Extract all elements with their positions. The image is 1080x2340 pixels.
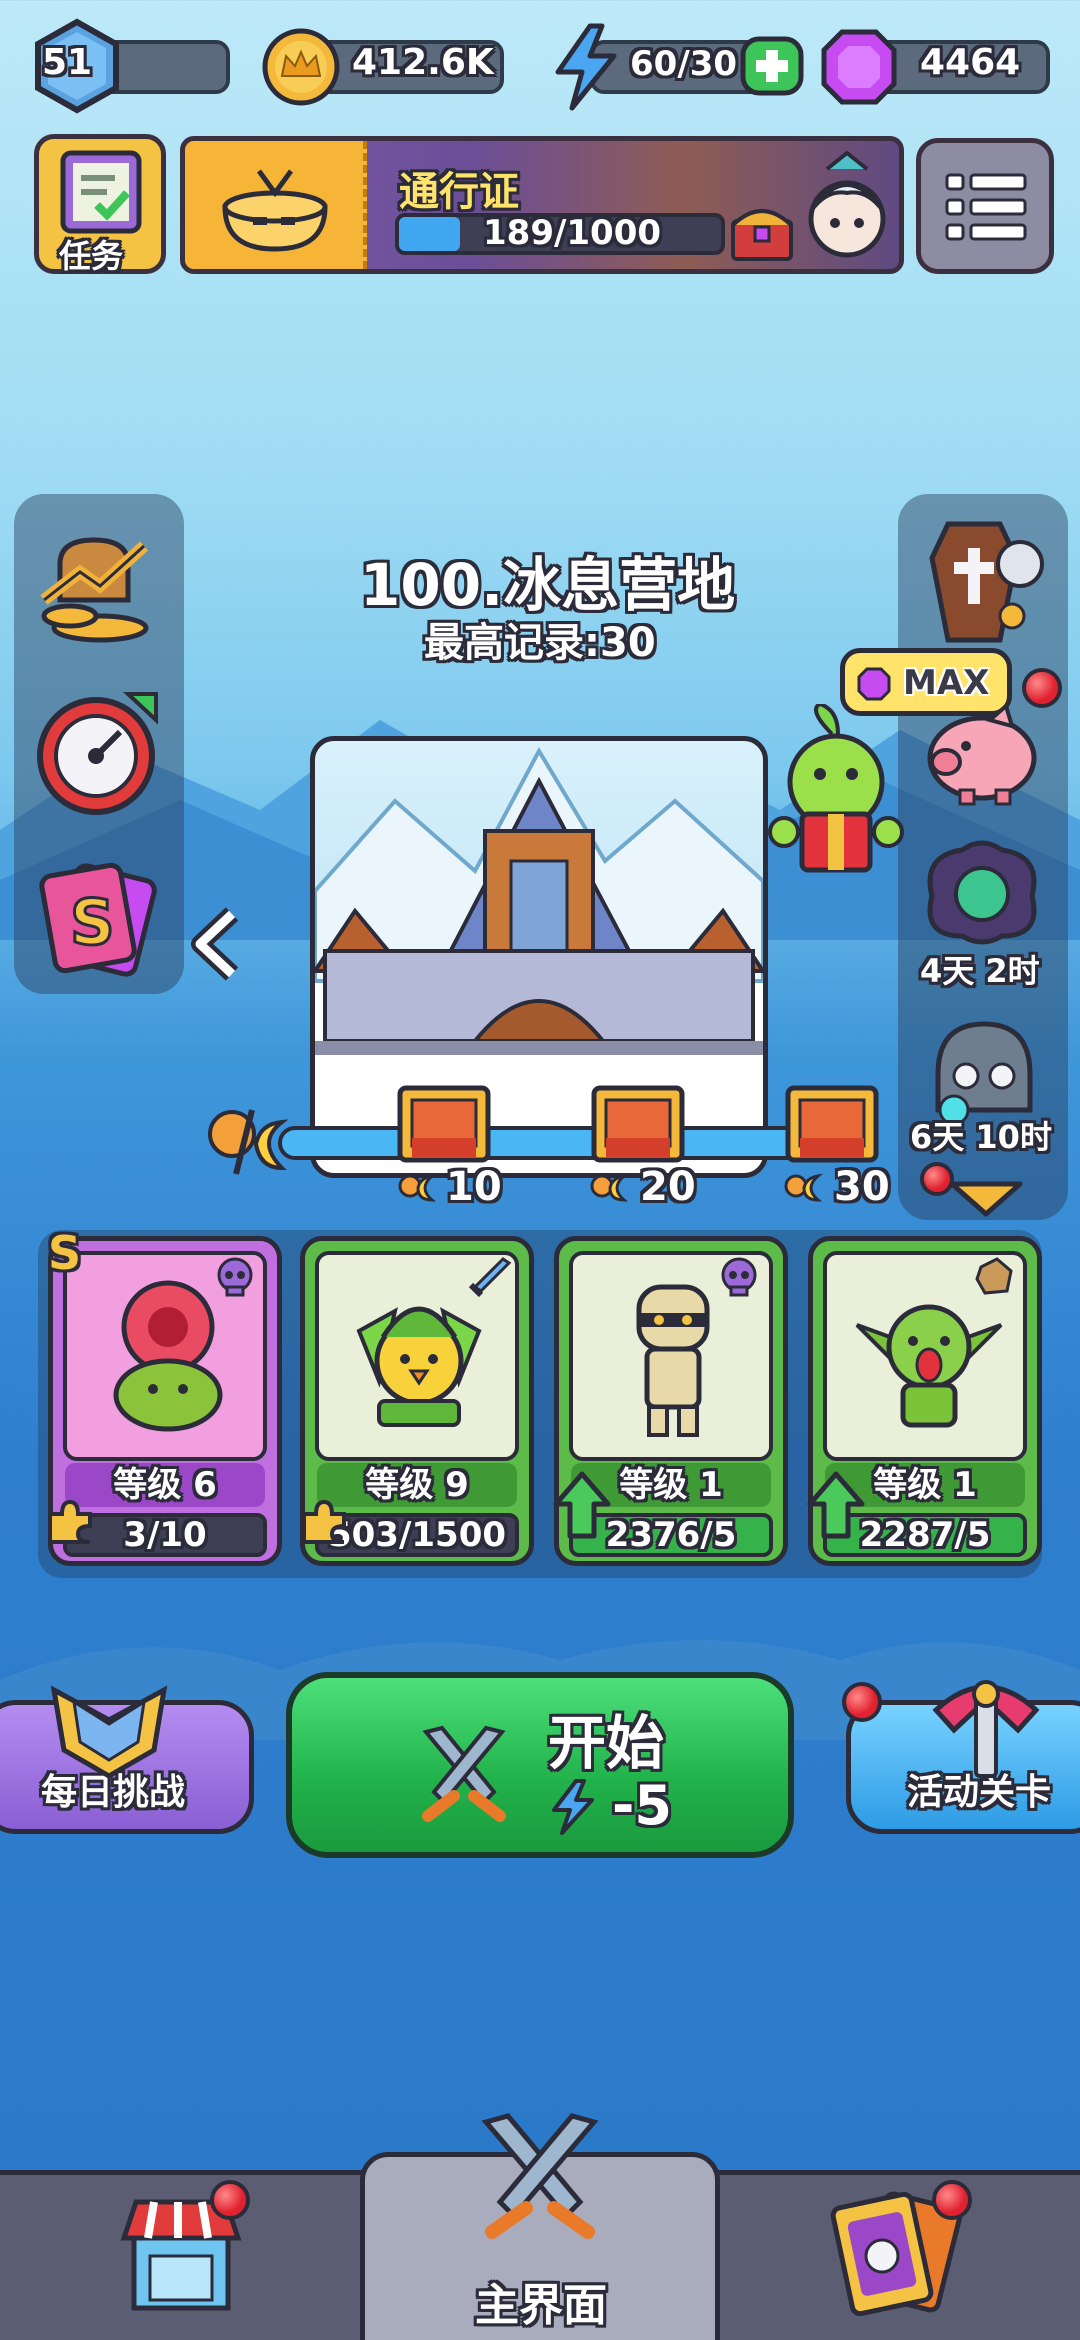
- pass-hero-portrait: [808, 150, 886, 258]
- goblin-icon: [855, 1304, 1003, 1428]
- crossed-swords-icon: [422, 1725, 506, 1822]
- robot-event-icon[interactable]: [914, 1014, 1054, 1124]
- pass-icon-area: [185, 141, 367, 269]
- rock-icon: [975, 1257, 1013, 1295]
- coffin-icon[interactable]: [908, 518, 1048, 646]
- ice-camp-illustration: [315, 746, 763, 1173]
- milestone-chest-2[interactable]: [588, 1068, 688, 1168]
- pass-progress-text: 189/1000: [483, 213, 662, 253]
- pass-crown-icon: [222, 169, 328, 252]
- pass-progress-fill: [399, 217, 460, 251]
- svg-text:S: S: [70, 886, 115, 959]
- sword-icon: [468, 1257, 512, 1298]
- winged-sword-icon: [932, 1680, 1040, 1778]
- cards-notification-dot: [932, 2180, 972, 2220]
- coin-count: 412.6K: [352, 42, 494, 83]
- mummy-icon: [636, 1284, 710, 1437]
- event1-timer: 4天 2时: [920, 952, 1040, 990]
- energy-count: 60/30: [630, 44, 738, 84]
- home-crossed-swords-icon: [481, 2113, 599, 2239]
- milestone-chest-3[interactable]: [782, 1068, 882, 1168]
- hero-rank-badge: S: [48, 1226, 82, 1280]
- max-label: MAX: [903, 663, 990, 703]
- investment-icon[interactable]: [30, 520, 160, 650]
- start-battle-button[interactable]: 开始 -5: [286, 1672, 794, 1858]
- start-energy-cost: -5: [612, 1774, 672, 1837]
- milestone-chest-1[interactable]: [394, 1068, 494, 1168]
- upgrade-arrow-icon-3[interactable]: [552, 1470, 612, 1540]
- milestone-day-icon-3: [784, 1173, 824, 1202]
- start-label: 开始: [548, 1709, 665, 1777]
- speedometer-icon[interactable]: [32, 686, 164, 818]
- treasure-chest-icon: [731, 209, 793, 261]
- task-label: 任务: [59, 237, 124, 275]
- stage-preview[interactable]: [310, 736, 768, 1178]
- clipboard-icon: [60, 150, 142, 234]
- pass-title: 通行证: [399, 169, 519, 215]
- event2-timer: 6天 10时: [910, 1118, 1052, 1156]
- milestone-label-3: 30: [834, 1164, 890, 1210]
- crown-coin-icon: [262, 28, 340, 106]
- puzzle-piece-icon-1: [48, 1499, 92, 1544]
- add-energy-button[interactable]: [740, 36, 804, 96]
- milestone-day-icon-2: [590, 1173, 630, 1202]
- gem-icon: [821, 29, 897, 105]
- best-record: 最高记录:30: [424, 620, 656, 666]
- upgrade-arrow-icon-4[interactable]: [806, 1470, 866, 1540]
- task-button[interactable]: 任务: [34, 134, 166, 275]
- milestone-label-2: 20: [640, 1164, 696, 1210]
- milestone-day-icon-1: [398, 1173, 438, 1202]
- s-card-icon[interactable]: S: [36, 852, 166, 980]
- green-sprout-mascot[interactable]: [768, 704, 904, 878]
- gem-small-icon: [857, 667, 891, 701]
- player-level: 51: [42, 42, 93, 83]
- collapse-arrow-icon[interactable]: [186, 906, 246, 982]
- expand-down-arrow-icon[interactable]: [948, 1178, 1024, 1218]
- battle-pass-banner[interactable]: 通行证 189/1000: [180, 136, 904, 274]
- shop-notification-dot: [210, 2180, 250, 2220]
- shield-badge-icon: [50, 1685, 168, 1779]
- dark-crystal-event-icon[interactable]: [912, 836, 1052, 950]
- energy-cost-icon: [552, 1779, 594, 1835]
- home-tab-label: 主界面: [475, 2280, 607, 2331]
- piggy-bank-icon[interactable]: [920, 700, 1044, 810]
- skull-icon: [721, 1257, 757, 1297]
- event-stage-notification-dot: [842, 1682, 882, 1722]
- list-menu-icon: [945, 173, 1027, 241]
- lightning-icon: [555, 23, 617, 111]
- milestone-label-1: 10: [446, 1164, 502, 1210]
- flower-monster-icon: [113, 1280, 223, 1432]
- gem-count: 4464: [920, 42, 1021, 83]
- skull-icon: [217, 1257, 253, 1297]
- menu-button[interactable]: [916, 138, 1054, 274]
- puzzle-piece-icon-2: [302, 1499, 346, 1544]
